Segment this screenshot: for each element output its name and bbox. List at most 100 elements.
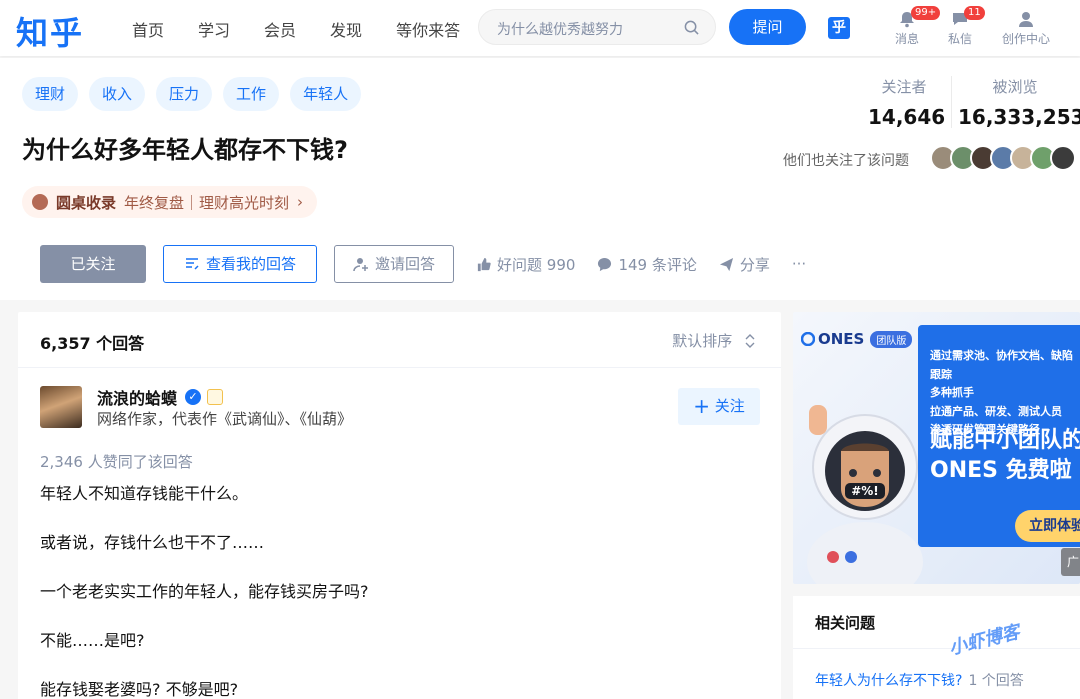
followed-button[interactable]: 已关注 <box>40 245 146 283</box>
main-nav: 首页 学习 会员 发现 等你来答 <box>132 17 494 41</box>
question-actions: 已关注 查看我的回答 邀请回答 好问题 990 149 条评论 分享 ··· <box>40 245 806 283</box>
invite-user-icon <box>353 258 369 272</box>
private-messages-badge: 11 <box>964 6 985 20</box>
topic-tag[interactable]: 压力 <box>156 77 213 111</box>
question-header: 理财 收入 压力 工作 年轻人 为什么好多年轻人都存不下钱? 圆桌收录 年终复盘… <box>0 58 1080 300</box>
nav-home[interactable]: 首页 <box>132 17 164 41</box>
ad-headline: 赋能中小团队的 <box>930 428 1080 453</box>
author-avatar[interactable] <box>40 386 82 428</box>
nav-waiting-answers[interactable]: 等你来答 <box>396 17 460 41</box>
topic-tag[interactable]: 理财 <box>22 77 79 111</box>
sidebar-ad[interactable]: ONES 团队版 通过需求池、协作文档、缺陷跟踪 多种抓手 拉通产品、研发、测试… <box>793 312 1080 584</box>
avatar[interactable] <box>1050 145 1076 171</box>
share-icon <box>719 257 733 271</box>
answer-paragraph: 不能……是吧? <box>40 631 145 650</box>
related-question-count: 1 个回答 <box>968 673 1024 689</box>
topic-tag[interactable]: 年轻人 <box>290 77 362 111</box>
messages-label: 消息 <box>894 32 919 46</box>
answer-paragraph: 能存钱娶老婆吗? 不够是吧? <box>40 680 239 699</box>
roundtable-icon <box>32 194 48 210</box>
topic-tag[interactable]: 工作 <box>223 77 280 111</box>
follow-author-button[interactable]: + 关注 <box>678 388 760 425</box>
follow-author-label: 关注 <box>714 397 745 415</box>
author-description: 网络作家，代表作《武谪仙》、《仙葫》 <box>97 410 353 428</box>
sort-dropdown[interactable]: 默认排序 <box>672 330 755 351</box>
level-badge-icon <box>207 389 224 405</box>
ad-line: 多种抓手 <box>930 386 974 399</box>
view-my-answer-label: 查看我的回答 <box>206 255 297 273</box>
comments-label: 149 条评论 <box>618 255 697 274</box>
followers-count: 14,646 <box>868 105 946 129</box>
ad-brand: ONES <box>818 330 865 348</box>
ask-question-button[interactable]: 提问 <box>729 9 806 45</box>
divider <box>793 648 1080 649</box>
top-navbar: 知乎 首页 学习 会员 发现 等你来答 为什么越优秀越努力 提问 乎 99+ 消… <box>0 0 1080 56</box>
views-label: 被浏览 <box>992 78 1038 96</box>
user-icon <box>1019 12 1033 27</box>
followers-label: 关注者 <box>881 78 927 96</box>
roundtable-desc: 年终复盘｜理财高光时刻 <box>124 193 290 212</box>
sort-arrows-icon <box>745 334 755 348</box>
nav-vip[interactable]: 会员 <box>264 17 296 41</box>
stat-divider <box>951 76 952 128</box>
followers-stat: 关注者 14,646 <box>868 76 946 129</box>
creator-center-label: 创作中心 <box>1001 32 1050 46</box>
follower-avatars[interactable] <box>930 145 1076 171</box>
private-messages-label: 私信 <box>947 32 972 46</box>
related-title: 相关问题 <box>815 614 876 632</box>
verified-icon: ✓ <box>185 389 202 405</box>
sort-label: 默认排序 <box>672 332 733 350</box>
mascot-text: #%! <box>851 484 879 498</box>
ones-logo: ONES 团队版 <box>801 330 913 348</box>
invite-answer-label: 邀请回答 <box>375 255 436 273</box>
answer-paragraph: 或者说，存钱什么也干不了…… <box>40 533 265 552</box>
comment-icon <box>598 257 612 271</box>
nav-discover[interactable]: 发现 <box>330 17 362 41</box>
search-input[interactable]: 为什么越优秀越努力 <box>478 9 716 45</box>
related-question-link[interactable]: 年轻人为什么存不下钱? <box>815 673 962 689</box>
hu-icon[interactable]: 乎 <box>828 17 850 39</box>
plus-icon: + <box>693 394 710 418</box>
related-question-item[interactable]: 年轻人为什么存不下钱? 1 个回答 <box>815 670 1024 690</box>
answer-count: 6,357 个回答 <box>40 334 145 353</box>
messages-button[interactable]: 99+ 消息 <box>885 6 941 47</box>
more-options-button[interactable]: ··· <box>792 255 806 273</box>
answer-paragraph: 年轻人不知道存钱能干什么。 <box>40 484 249 503</box>
thumbs-up-icon <box>477 257 491 271</box>
share-label: 分享 <box>739 255 770 274</box>
ad-line: 拉通产品、研发、测试人员 <box>930 404 1062 418</box>
good-question-button[interactable]: 好问题 990 <box>476 254 575 275</box>
astronaut-mascot-icon: #%! <box>807 405 923 584</box>
creator-center-button[interactable]: 创作中心 <box>996 10 1056 47</box>
views-stat: 被浏览 16,333,253 <box>958 76 1080 129</box>
comments-button[interactable]: 149 条评论 <box>597 254 697 275</box>
invite-answer-button[interactable]: 邀请回答 <box>334 245 455 283</box>
zhihu-logo[interactable]: 知乎 <box>16 8 84 54</box>
also-follow-text[interactable]: 他们也关注了该问题 <box>783 150 909 170</box>
topic-tag[interactable]: 收入 <box>89 77 146 111</box>
roundtable-link[interactable]: 圆桌收录 年终复盘｜理财高光时刻 › <box>22 186 318 218</box>
roundtable-title: 圆桌收录 <box>56 193 117 212</box>
answer-content: 年轻人不知道存钱能干什么。 或者说，存钱什么也干不了…… 一个老老实实工作的年轻… <box>40 484 369 699</box>
view-my-answer-button[interactable]: 查看我的回答 <box>163 245 318 283</box>
divider <box>18 367 781 368</box>
share-button[interactable]: 分享 <box>719 254 770 275</box>
ad-cta-button[interactable]: 立即体验 <box>1015 510 1080 542</box>
answer-list: 6,357 个回答 默认排序 流浪的蛤蟆 ✓ 网络作家，代表作《武谪仙》、《仙葫… <box>18 312 781 699</box>
topic-tags: 理财 收入 压力 工作 年轻人 <box>22 77 372 111</box>
nav-learn[interactable]: 学习 <box>198 17 230 41</box>
edit-list-icon <box>186 258 199 270</box>
chevron-right-icon: › <box>297 193 304 211</box>
private-messages-button[interactable]: 11 私信 <box>938 6 985 47</box>
ad-line: 通过需求池、协作文档、缺陷跟踪 <box>930 349 1073 381</box>
ad-label[interactable]: 广 <box>1061 548 1080 576</box>
good-question-label: 好问题 990 <box>497 255 576 274</box>
views-count: 16,333,253 <box>958 105 1080 129</box>
search-icon[interactable] <box>684 20 699 35</box>
ad-brand-tag: 团队版 <box>870 330 913 348</box>
author-name[interactable]: 流浪的蛤蟆 <box>97 385 177 409</box>
search-placeholder: 为什么越优秀越努力 <box>497 22 623 38</box>
ad-headline-2: ONES 免费啦 <box>930 458 1072 483</box>
ones-logo-icon <box>801 332 815 346</box>
messages-badge: 99+ <box>911 6 941 20</box>
